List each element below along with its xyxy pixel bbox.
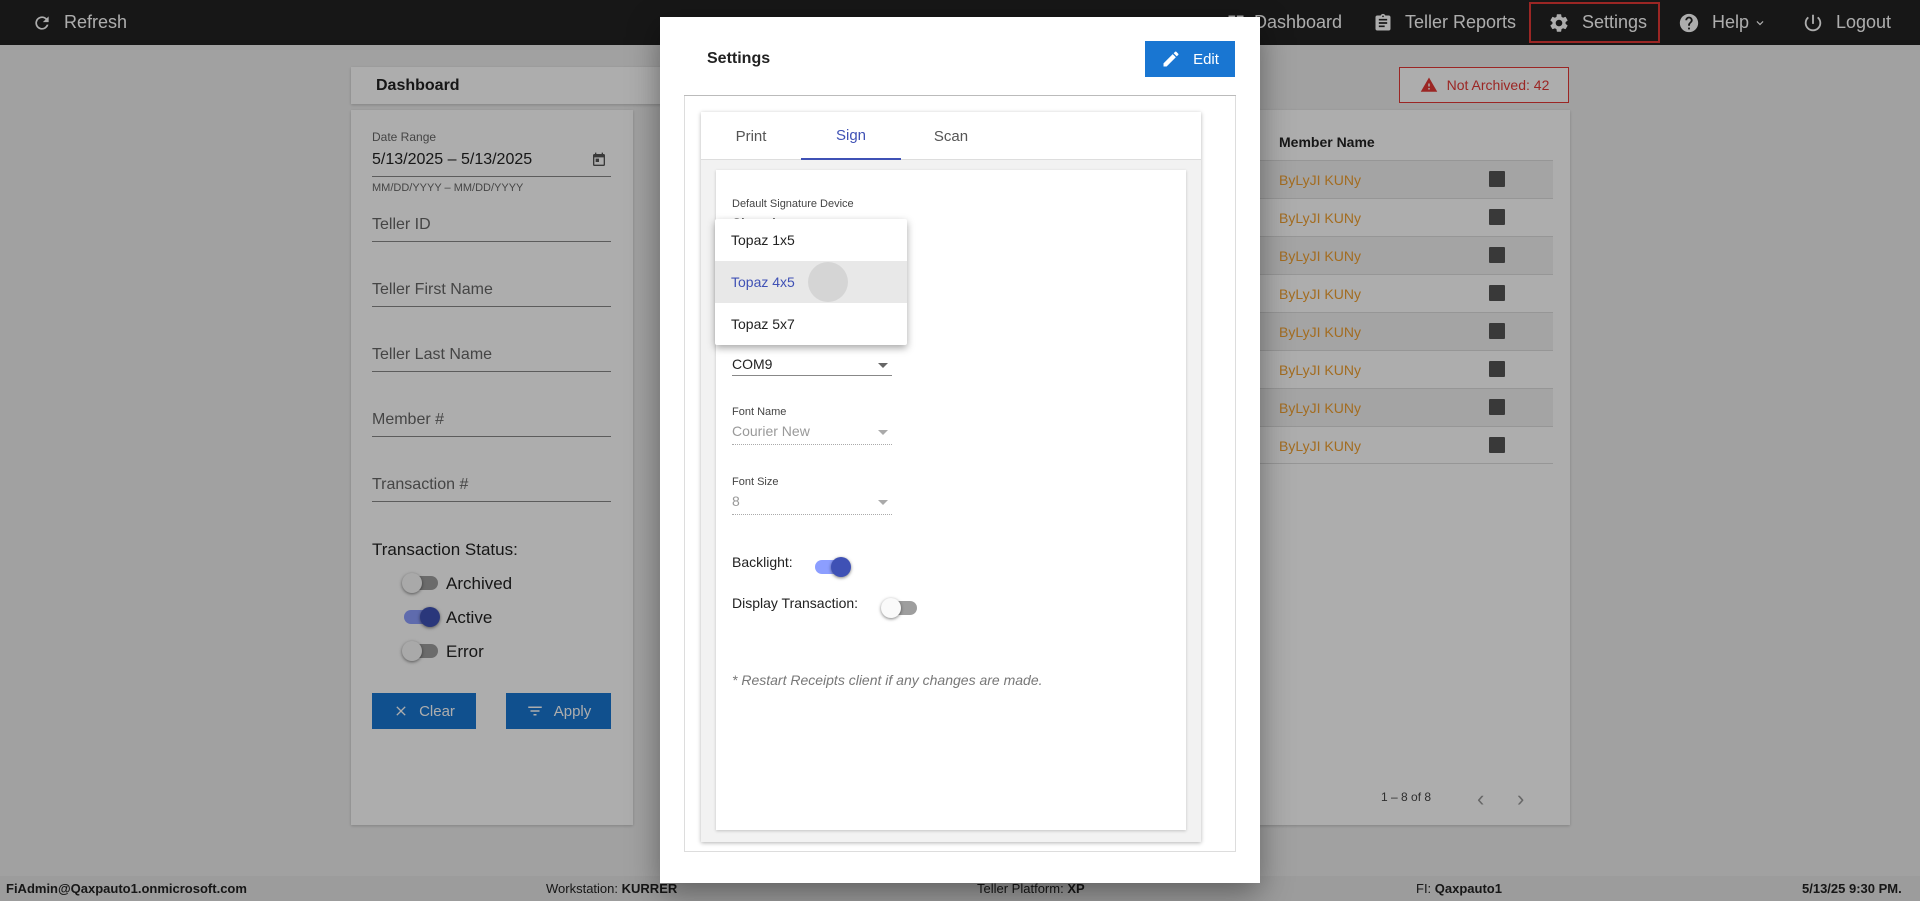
pencil-icon — [1163, 51, 1179, 67]
tab-scan[interactable]: Scan — [901, 112, 1001, 160]
signature-device-dropdown: Topaz 1x5 Topaz 4x5 Topaz 5x7 — [715, 219, 907, 345]
default-device-label: Default Signature Device — [732, 198, 854, 210]
tab-bar: Print Sign Scan — [701, 112, 1201, 160]
ripple-effect — [808, 262, 848, 302]
font-name-select[interactable]: Courier New — [732, 423, 810, 439]
modal-body: Print Sign Scan Default Signature Device… — [684, 96, 1236, 852]
backlight-label: Backlight: — [732, 554, 793, 570]
dropdown-option-topaz-1x5[interactable]: Topaz 1x5 — [715, 219, 907, 261]
backlight-toggle[interactable] — [815, 557, 851, 577]
modal-title: Settings — [707, 50, 771, 67]
chevron-down-icon[interactable] — [878, 500, 888, 505]
tab-print[interactable]: Print — [701, 112, 801, 160]
edit-button[interactable]: Edit — [1145, 41, 1235, 77]
display-transaction-label: Display Transaction: — [732, 595, 859, 611]
font-size-underline — [732, 514, 892, 515]
font-size-label: Font Size — [732, 476, 779, 488]
com-port-select[interactable]: COM9 — [732, 356, 772, 372]
chevron-down-icon[interactable] — [878, 430, 888, 435]
edit-label: Edit — [1193, 50, 1219, 68]
font-name-underline — [732, 444, 892, 445]
dropdown-option-topaz-5x7[interactable]: Topaz 5x7 — [715, 303, 907, 345]
tab-sign[interactable]: Sign — [801, 112, 901, 160]
dropdown-option-topaz-4x5[interactable]: Topaz 4x5 — [715, 261, 907, 303]
restart-note: * Restart Receipts client if any changes… — [732, 672, 1043, 688]
display-transaction-toggle[interactable] — [881, 598, 917, 618]
font-name-label: Font Name — [732, 406, 787, 418]
dropdown-option-label: Topaz 4x5 — [731, 274, 795, 290]
com-port-underline — [732, 375, 892, 376]
settings-modal: Settings Edit Print Sign Scan Default Si… — [660, 17, 1260, 883]
font-size-select[interactable]: 8 — [732, 493, 740, 509]
chevron-down-icon[interactable] — [878, 363, 888, 368]
